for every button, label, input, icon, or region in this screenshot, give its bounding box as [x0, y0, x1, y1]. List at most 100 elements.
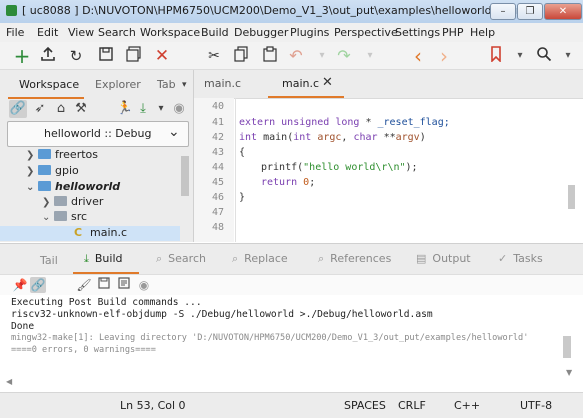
redo-dropdown-icon[interactable]: ▾ [360, 46, 380, 66]
link-icon[interactable]: 🔗 [30, 277, 46, 293]
line-number: 42 [211, 132, 224, 143]
settings-icon[interactable]: ⚒ [72, 100, 90, 118]
find-icon[interactable] [534, 46, 554, 66]
cut-icon[interactable]: ✂ [204, 46, 224, 66]
link-editor-icon[interactable]: 🔗 [9, 100, 27, 118]
chevron-down-icon: ⌄ [168, 124, 180, 140]
tab-workspace[interactable]: Workspace [19, 78, 79, 91]
file-encoding[interactable]: UTF-8 [520, 399, 552, 412]
code-line-42[interactable]: int main(int argc, char **argv) [239, 132, 426, 143]
pin-icon[interactable]: 📌 [12, 277, 28, 293]
menu-perspective[interactable]: Perspective [334, 26, 398, 39]
bookmark-dropdown-icon[interactable]: ▾ [510, 46, 530, 66]
output-line: Done [11, 321, 35, 332]
project-config-select[interactable]: helloworld :: Debug ⌄ [7, 121, 189, 147]
language-mode[interactable]: C++ [454, 399, 480, 412]
tree-item-helloworld[interactable]: ⌄ helloworld [26, 180, 120, 195]
save-all-icon[interactable] [124, 46, 144, 66]
close-icon[interactable]: ✕ [152, 46, 172, 66]
paste-icon[interactable] [260, 46, 280, 66]
find-dropdown-icon[interactable]: ▾ [558, 46, 578, 66]
output-scrollbar[interactable] [563, 336, 571, 358]
tree-item-freertos[interactable]: ❯ freertos [26, 148, 98, 163]
tree-item-driver[interactable]: ❯ driver [42, 195, 103, 210]
undo-dropdown-icon[interactable]: ▾ [312, 46, 332, 66]
active-output-tab-indicator [73, 272, 139, 274]
tree-item-label: freertos [55, 148, 98, 161]
tree-item-src[interactable]: ⌄ src [42, 210, 87, 225]
close-tab-icon[interactable]: ✕ [322, 75, 333, 90]
menu-settings[interactable]: Settings [395, 26, 440, 39]
code-line-43[interactable]: { [239, 147, 245, 158]
main-toolbar: + ↻ ✕ ✂ ↶ ▾ ↷ ▾ ‹ › ▾ ▾ [0, 42, 583, 70]
chevron-right-icon[interactable]: ❯ [42, 197, 54, 208]
save-output-icon[interactable] [96, 277, 112, 293]
clear-icon[interactable]: 🖌 [76, 277, 92, 293]
editor-scrollbar[interactable] [568, 185, 575, 209]
tab-explorer[interactable]: Explorer [95, 78, 141, 91]
line-ending[interactable]: CRLF [398, 399, 426, 412]
scroll-down-icon[interactable]: ▼ [566, 368, 572, 377]
code-line-45[interactable]: return 0; [261, 177, 315, 188]
code-line-46[interactable]: } [239, 192, 245, 203]
build-icon[interactable]: ⤓ [134, 100, 152, 118]
menu-debugger[interactable]: Debugger [234, 26, 288, 39]
folder-icon [54, 211, 67, 221]
minimize-button[interactable]: – [490, 3, 516, 20]
forward-icon[interactable]: › [434, 46, 454, 66]
menu-workspace[interactable]: Workspace [140, 26, 200, 39]
home-icon[interactable]: ⌂ [52, 100, 70, 118]
run-icon[interactable]: 🏃 [116, 100, 134, 118]
chevron-right-icon[interactable]: ❯ [26, 166, 38, 177]
maximize-button[interactable]: ❐ [517, 3, 543, 20]
tab-references[interactable]: ⌕ References [318, 252, 391, 266]
code-line-41[interactable]: extern unsigned long * _reset_flag; [239, 117, 450, 128]
tab-output[interactable]: ▤ Output [416, 252, 471, 265]
save-icon[interactable] [96, 46, 116, 66]
tab-build-label: Build [94, 252, 123, 265]
stop-output-icon[interactable]: ◉ [136, 277, 152, 293]
goto-icon[interactable]: ➶ [31, 100, 49, 118]
tree-item-main-c[interactable]: Cmain.c [74, 226, 127, 241]
new-icon[interactable]: + [12, 46, 32, 66]
undo-icon[interactable]: ↶ [286, 46, 306, 66]
line-number: 47 [211, 207, 224, 218]
status-bar: Ln 53, Col 0 SPACES CRLF C++ UTF-8 [0, 392, 583, 418]
redo-icon[interactable]: ↷ [334, 46, 354, 66]
tree-scrollbar[interactable] [181, 156, 189, 196]
build-dropdown-icon[interactable]: ▾ [152, 100, 170, 118]
tab-tab[interactable]: Tab [157, 78, 176, 91]
tab-tasks[interactable]: ✓ Tasks [498, 252, 543, 265]
menu-build[interactable]: Build [201, 26, 229, 39]
chevron-down-icon[interactable]: ⌄ [42, 212, 54, 223]
copy-icon[interactable] [232, 46, 252, 66]
tab-search[interactable]: ⌕ Search [156, 252, 206, 266]
upload-icon[interactable] [38, 46, 58, 66]
scroll-left-icon[interactable]: ◀ [6, 377, 12, 386]
menu-plugins[interactable]: Plugins [290, 26, 329, 39]
menu-help[interactable]: Help [470, 26, 495, 39]
open-output-icon[interactable] [116, 277, 132, 293]
chevron-down-icon[interactable]: ⌄ [26, 182, 38, 193]
tab-tail[interactable]: Tail [40, 254, 58, 267]
tabs-dropdown-icon[interactable]: ▾ [182, 80, 187, 90]
stop-icon[interactable]: ◉ [170, 100, 188, 118]
menu-edit[interactable]: Edit [37, 26, 58, 39]
reload-icon[interactable]: ↻ [66, 46, 86, 66]
indent-mode[interactable]: SPACES [344, 399, 386, 412]
menu-php[interactable]: PHP [442, 26, 464, 39]
editor-tab-main-c-2[interactable]: main.c [282, 77, 319, 90]
menu-search[interactable]: Search [98, 26, 136, 39]
tree-item-gpio[interactable]: ❯ gpio [26, 164, 79, 179]
close-window-button[interactable]: ✕ [544, 3, 582, 20]
back-icon[interactable]: ‹ [408, 46, 428, 66]
window-title: [ uc8088 ] D:\NUVOTON\HPM6750\UCM200\Dem… [22, 4, 533, 17]
chevron-right-icon[interactable]: ❯ [26, 150, 38, 161]
bookmark-icon[interactable] [486, 46, 506, 66]
menu-view[interactable]: View [68, 26, 94, 39]
tab-replace[interactable]: ⌕ Replace [232, 252, 288, 266]
tab-build[interactable]: ⤓ Build [84, 252, 123, 266]
code-line-44[interactable]: printf("hello world\r\n"); [261, 162, 418, 173]
menu-file[interactable]: File [6, 26, 24, 39]
editor-tab-main-c-1[interactable]: main.c [204, 77, 241, 90]
